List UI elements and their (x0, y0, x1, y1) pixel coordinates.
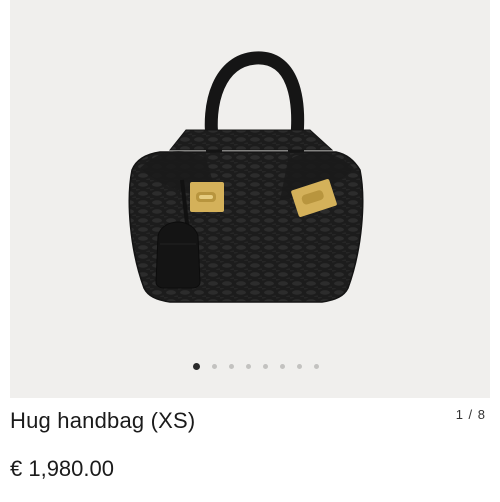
product-price: € 1,980.00 (10, 456, 114, 481)
carousel-dot[interactable] (212, 363, 217, 369)
carousel-dot[interactable] (246, 363, 251, 369)
carousel-dot[interactable] (229, 363, 234, 369)
product-image-gallery[interactable] (10, 0, 490, 398)
carousel-dot[interactable] (297, 363, 302, 369)
carousel-dot[interactable] (280, 363, 285, 369)
carousel-dots (10, 362, 490, 370)
carousel-dot[interactable] (193, 362, 200, 370)
carousel-dot[interactable] (314, 363, 319, 369)
carousel-dot[interactable] (263, 363, 268, 369)
handbag-image (128, 51, 364, 303)
product-title: Hug handbag (XS) (10, 408, 196, 433)
image-counter: 1 / 8 (455, 407, 486, 422)
